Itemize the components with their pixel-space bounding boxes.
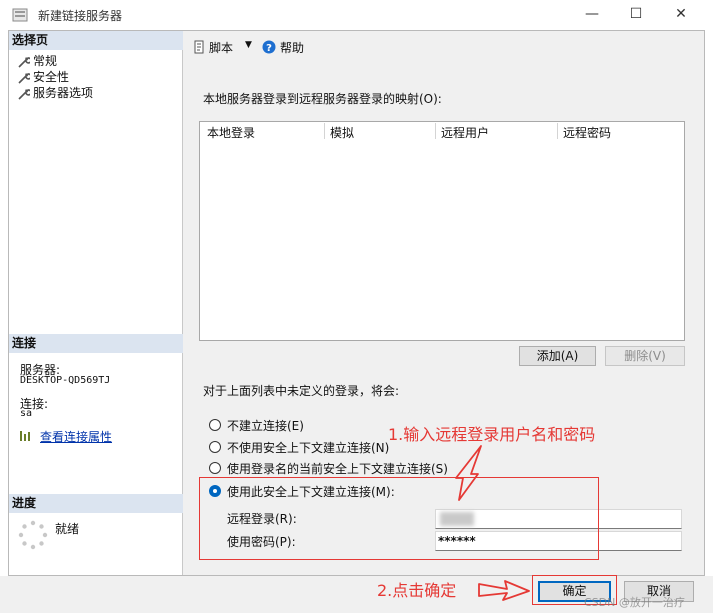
radio-no-security-context-label[interactable]: 不使用安全上下文建立连接(N) [227,439,389,456]
mapping-heading: 本地服务器登录到远程服务器登录的映射(O): [203,92,442,106]
column-header-local-login[interactable]: 本地登录 [207,124,255,141]
progress-header: 进度 [9,494,183,513]
script-dropdown-arrow-icon[interactable]: ▼ [245,40,252,50]
help-button[interactable]: ? 帮助 [262,39,304,56]
select-page-header: 选择页 [9,31,183,50]
annotation-step2: 2.点击确定 [377,581,457,600]
wrench-icon [18,89,32,100]
page-item-server-options[interactable]: 服务器选项 [18,84,93,101]
annotation-arrow-down-icon [455,445,482,501]
close-button[interactable]: ✕ [667,2,695,26]
column-separator [435,123,436,139]
page-item-security[interactable]: 安全性 [18,68,69,85]
server-value: DESKTOP-QD569TJ [20,375,111,386]
page-item-general[interactable]: 常规 [18,52,57,69]
connection-properties-icon [20,431,30,441]
svg-text:?: ? [266,43,272,54]
radio-no-connection[interactable] [209,419,221,431]
connection-header: 连接 [9,334,183,353]
progress-spinner-icon [18,520,48,550]
radio-current-security-context[interactable] [209,462,221,474]
add-button[interactable]: 添加(A) [519,346,596,366]
minimize-button[interactable]: — [578,2,606,26]
watermark: CSDN @放开一治疗 [584,596,685,609]
delete-button[interactable]: 删除(V) [605,346,685,366]
script-button[interactable]: 脚本 [192,39,233,56]
radio-no-security-context[interactable] [209,441,221,453]
annotation-box-credentials [199,477,599,560]
annotation-step1: 1.输入远程登录用户名和密码 [388,425,596,444]
column-header-remote-password[interactable]: 远程密码 [563,124,611,141]
undefined-logins-heading: 对于上面列表中未定义的登录，将会: [203,384,400,398]
annotation-arrow-right-icon [478,580,530,601]
page-item-label: 常规 [33,54,58,68]
column-header-remote-user[interactable]: 远程用户 [441,124,489,141]
connection-value: sa [20,408,33,419]
column-separator [324,123,325,139]
radio-current-security-context-label[interactable]: 使用登录名的当前安全上下文建立连接(S) [227,460,448,477]
progress-status: 就绪 [55,522,80,536]
maximize-button[interactable]: ☐ [622,2,650,26]
window-title: 新建链接服务器 [38,9,123,23]
help-label: 帮助 [280,41,305,55]
page-item-label: 服务器选项 [33,86,94,100]
app-icon [12,8,28,22]
help-icon: ? [262,40,276,54]
wrench-icon [18,57,32,68]
view-connection-properties-link[interactable]: 查看连接属性 [40,428,112,445]
page-item-label: 安全性 [33,70,70,84]
radio-no-connection-label[interactable]: 不建立连接(E) [227,417,304,434]
script-label: 脚本 [209,41,234,55]
wrench-icon [18,73,32,84]
column-separator [557,123,558,139]
column-header-impersonate[interactable]: 模拟 [330,124,354,141]
script-icon [194,40,204,54]
mapping-grid[interactable] [199,121,685,341]
